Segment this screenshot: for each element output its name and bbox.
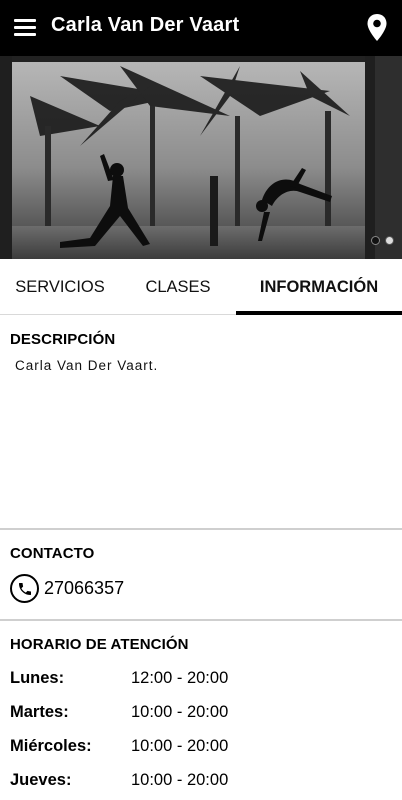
day-label: Martes: [10,703,69,721]
studio-photo [0,56,402,259]
time-range: 12:00 - 20:00 [131,669,229,687]
hours-title: HORARIO DE ATENCIÓN [10,636,189,653]
description-text: Carla Van Der Vaart. [15,358,159,373]
tab-bar: SERVICIOS CLASES INFORMACIÓN [0,259,402,315]
contact-title: CONTACTO [10,545,95,562]
hours-row: Martes: 10:00 - 20:00 [10,703,390,727]
phone-number[interactable]: 27066357 [44,578,124,599]
time-range: 10:00 - 20:00 [131,737,229,755]
day-label: Miércoles: [10,737,92,755]
app-title: Carla Van Der Vaart [51,14,240,36]
hero-image-carousel[interactable] [0,56,402,259]
tab-servicios[interactable]: SERVICIOS [0,259,120,314]
carousel-dot-1[interactable] [371,236,380,245]
phone-row[interactable]: 27066357 [10,574,124,603]
hours-row: Miércoles: 10:00 - 20:00 [10,737,390,761]
description-title: DESCRIPCIÓN [10,331,116,348]
divider [0,619,402,621]
time-range: 10:00 - 20:00 [131,703,229,721]
day-label: Jueves: [10,771,72,789]
day-label: Lunes: [10,669,65,687]
time-range: 10:00 - 20:00 [131,771,229,789]
menu-icon[interactable] [12,14,40,42]
tab-clases[interactable]: CLASES [120,259,236,314]
carousel-dot-2[interactable] [385,236,394,245]
divider [0,528,402,530]
app-bar: Carla Van Der Vaart [0,0,402,56]
hours-row: Lunes: 12:00 - 20:00 [10,669,390,693]
hours-row: Jueves: 10:00 - 20:00 [10,771,390,795]
phone-icon [10,574,39,603]
tab-informacion[interactable]: INFORMACIÓN [236,259,402,315]
carousel-indicators [371,236,394,245]
location-pin-icon[interactable] [366,13,388,43]
